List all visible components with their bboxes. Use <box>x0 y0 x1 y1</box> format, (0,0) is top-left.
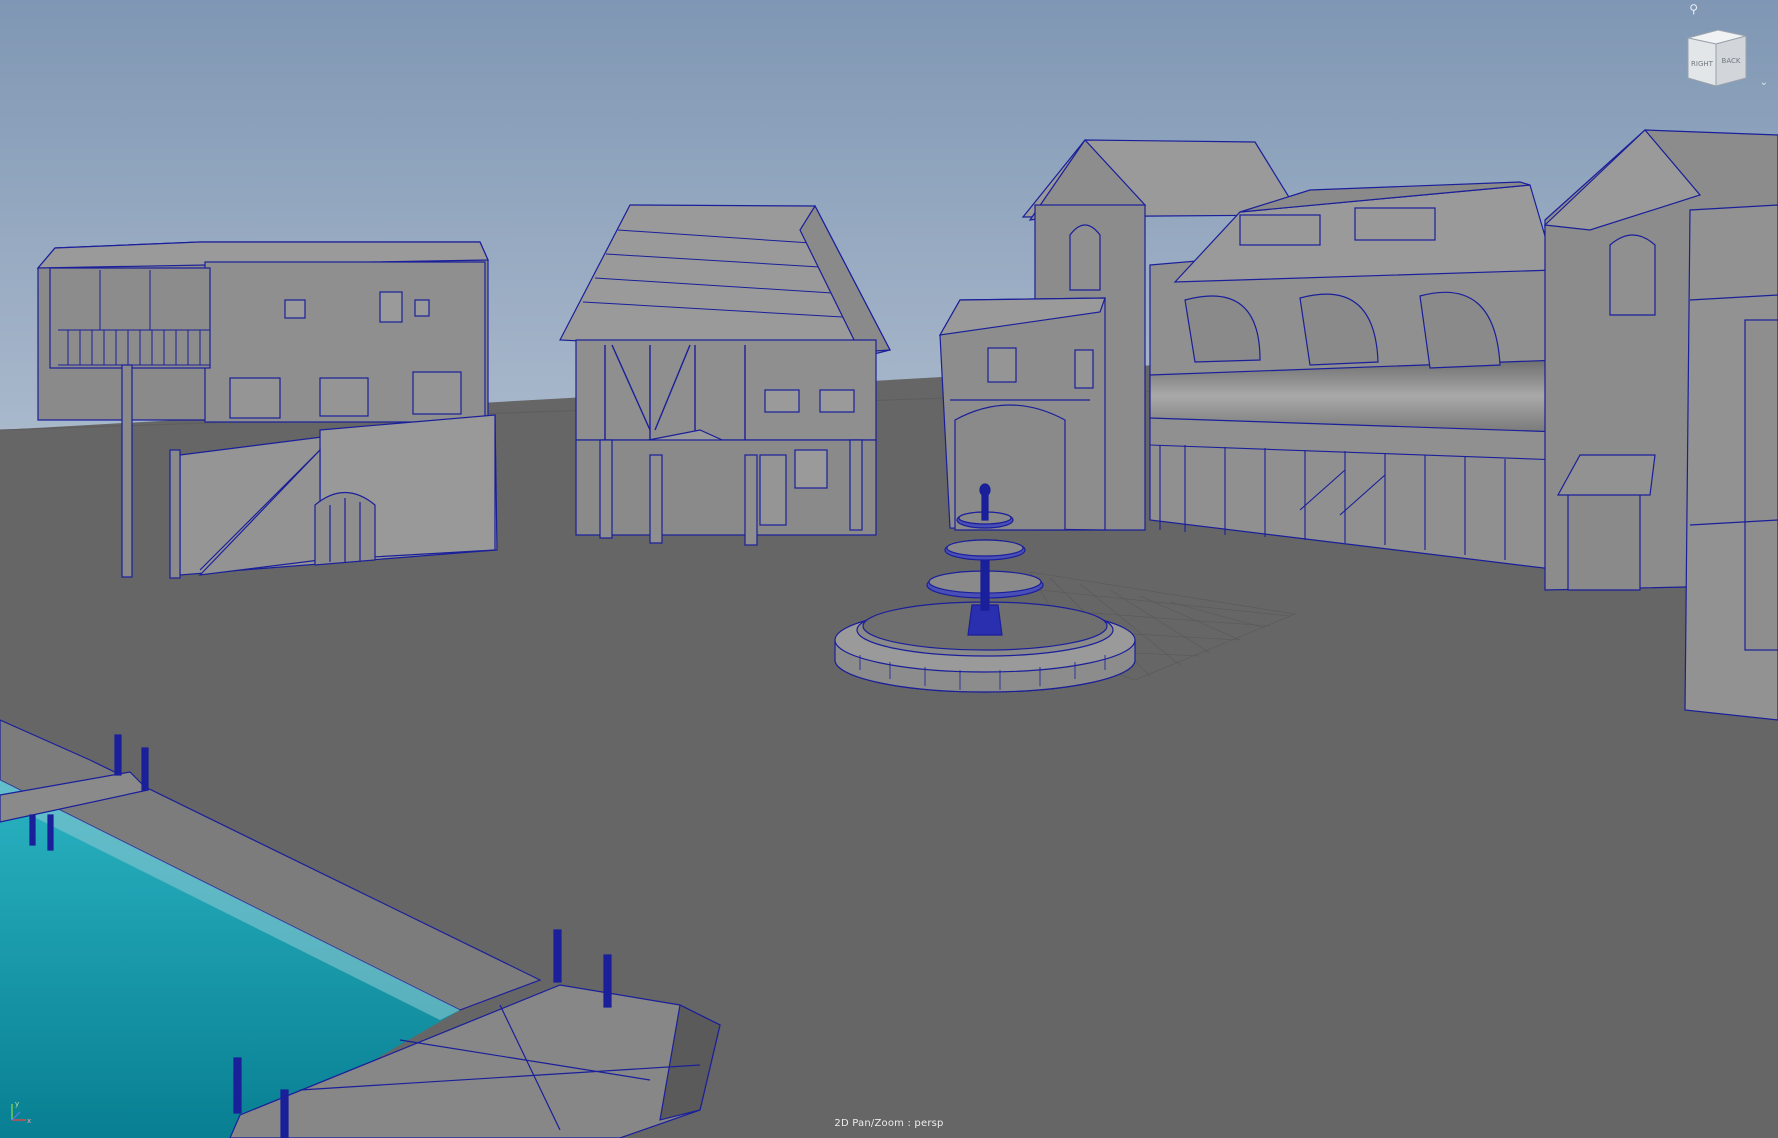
chevron-down-icon[interactable]: ⌄ <box>1760 78 1768 88</box>
view-cube-face-back[interactable]: BACK <box>1722 57 1741 65</box>
axis-y-label: y <box>15 1100 19 1108</box>
camera-marker-icon[interactable]: ⚲ <box>1689 3 1698 15</box>
scene-render[interactable] <box>0 0 1778 1138</box>
building-timber[interactable] <box>559 204 891 546</box>
view-cube-face-right[interactable]: RIGHT <box>1691 60 1714 68</box>
view-cube-icon[interactable]: RIGHT BACK <box>1682 26 1752 90</box>
perspective-viewport[interactable]: RIGHT BACK ⌄ ⚲ y x 2D Pan/Zoom : persp <box>0 0 1778 1138</box>
viewport-hud-label: 2D Pan/Zoom : persp <box>834 1118 944 1129</box>
